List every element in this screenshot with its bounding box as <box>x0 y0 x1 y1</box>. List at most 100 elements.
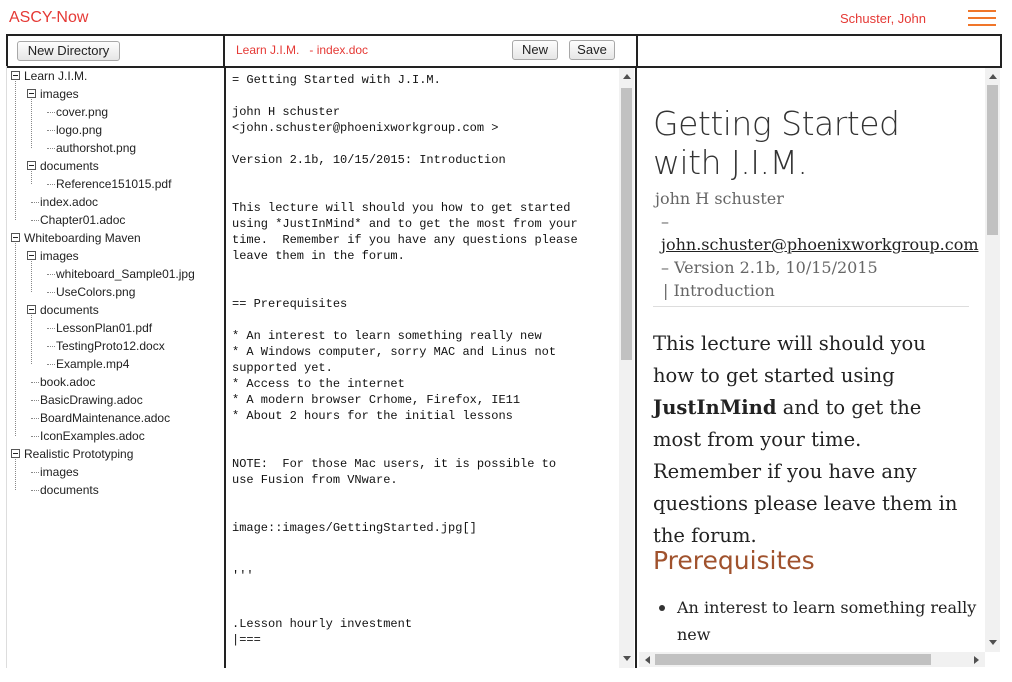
scroll-up-arrow-icon[interactable] <box>989 74 997 79</box>
tree-item-label: images <box>40 87 79 101</box>
preview-horizontal-scrollbar[interactable] <box>639 652 985 667</box>
preview-list-item: An interest to learn something really ne… <box>653 594 976 654</box>
scroll-right-arrow-icon[interactable] <box>974 656 979 664</box>
editor-line: using *JustInMind* and to get the most f… <box>232 217 578 231</box>
tree-item-label: Realistic Prototyping <box>24 447 134 461</box>
new-directory-button[interactable]: New Directory <box>17 41 120 61</box>
tree-item-label: whiteboard_Sample01.jpg <box>56 267 195 281</box>
scroll-down-arrow-icon[interactable] <box>623 656 631 661</box>
tree-guide <box>31 315 32 364</box>
tree-file[interactable]: LessonPlan01.pdf <box>7 319 225 337</box>
editor-scroll-thumb[interactable] <box>621 88 632 360</box>
collapse-toggle-icon[interactable] <box>27 251 36 260</box>
hamburger-menu-icon[interactable] <box>968 9 996 27</box>
collapse-toggle-icon[interactable] <box>11 71 20 80</box>
bullet-icon <box>659 605 665 611</box>
tree-item-label: LessonPlan01.pdf <box>56 321 153 335</box>
tree-file[interactable]: UseColors.png <box>7 283 225 301</box>
tree-item-label: index.adoc <box>40 195 99 209</box>
tree-folder[interactable]: documents <box>7 301 225 319</box>
tree-file[interactable]: whiteboard_Sample01.jpg <box>7 265 225 283</box>
tree-connector <box>31 472 39 473</box>
preview-version: – Version 2.1b, 10/15/2015 <box>661 258 878 277</box>
scroll-up-arrow-icon[interactable] <box>623 74 631 79</box>
tree-connector <box>31 418 39 419</box>
tree-file[interactable]: BoardMaintenance.adoc <box>7 409 225 427</box>
editor-scrollbar[interactable] <box>619 68 634 668</box>
collapse-toggle-icon[interactable] <box>11 233 20 242</box>
tree-item-label: Chapter01.adoc <box>40 213 126 227</box>
collapse-toggle-icon[interactable] <box>11 449 20 458</box>
tree-connector <box>47 346 55 347</box>
collapse-toggle-icon[interactable] <box>27 161 36 170</box>
tree-item-label: Example.mp4 <box>56 357 130 371</box>
tree-guide <box>31 261 32 292</box>
tree-file[interactable]: logo.png <box>7 121 225 139</box>
tree-connector <box>31 490 39 491</box>
tree-item-label: documents <box>40 483 99 497</box>
preview-vertical-scrollbar[interactable] <box>985 68 1000 652</box>
collapse-toggle-icon[interactable] <box>27 89 36 98</box>
tree-file[interactable]: Reference151015.pdf <box>7 175 225 193</box>
preview-paragraph: This lecture will should you how to get … <box>653 332 958 547</box>
tree-item-label: UseColors.png <box>56 285 136 299</box>
preview-section-heading: Prerequisites <box>653 546 815 575</box>
tree-file[interactable]: Chapter01.adoc <box>7 211 225 229</box>
preview-email-link[interactable]: john.schuster@phoenixworkgroup.com <box>661 235 979 254</box>
tree-toolbar: New Directory <box>6 34 225 68</box>
new-button[interactable]: New <box>512 40 558 60</box>
tree-item-label: documents <box>40 159 99 173</box>
tree-item-label: logo.png <box>56 123 103 137</box>
save-button[interactable]: Save <box>569 40 615 60</box>
preview-hscroll-thumb[interactable] <box>655 654 931 665</box>
tree-item-label: BasicDrawing.adoc <box>40 393 143 407</box>
editor-line: use Fusion from VNware. <box>232 473 398 487</box>
preview-bold-text: JustInMind <box>653 396 777 419</box>
tree-folder[interactable]: images <box>7 85 225 103</box>
editor-line: time. Remember if you have any questions… <box>232 233 578 247</box>
tree-file[interactable]: cover.png <box>7 103 225 121</box>
editor-line: * A Windows computer, sorry MAC and Linu… <box>232 345 557 359</box>
editor-line: ''' <box>232 569 254 583</box>
tree-guide <box>15 81 16 220</box>
editor-line: == Prerequisites <box>232 297 348 311</box>
tree-connector <box>31 382 39 383</box>
tree-file[interactable]: documents <box>7 481 225 499</box>
source-editor[interactable]: = Getting Started with J.I.M. john H schu… <box>232 72 622 648</box>
tree-folder[interactable]: Whiteboarding Maven <box>7 229 225 247</box>
tree-folder[interactable]: Realistic Prototyping <box>7 445 225 463</box>
scroll-left-arrow-icon[interactable] <box>645 656 650 664</box>
editor-line: <john.schuster@phoenixworkgroup.com > <box>232 121 499 135</box>
preview-title: Getting Started with J.I.M. <box>653 104 900 182</box>
tree-folder[interactable]: images <box>7 247 225 265</box>
editor-line: * About 2 hours for the initial lessons <box>232 409 513 423</box>
editor-line: supported yet. <box>232 361 333 375</box>
tree-file[interactable]: Example.mp4 <box>7 355 225 373</box>
tree-file[interactable]: authorshot.png <box>7 139 225 157</box>
tree-file[interactable]: TestingProto12.docx <box>7 337 225 355</box>
preview-scroll-thumb[interactable] <box>987 85 998 235</box>
tree-file[interactable]: IconExamples.adoc <box>7 427 225 445</box>
collapse-toggle-icon[interactable] <box>27 305 36 314</box>
tree-connector <box>31 202 39 203</box>
tree-file[interactable]: BasicDrawing.adoc <box>7 391 225 409</box>
top-bar: ASCY-Now Schuster, John <box>0 0 1012 34</box>
tree-folder[interactable]: documents <box>7 157 225 175</box>
tree-connector <box>47 112 55 113</box>
editor-line: Version 2.1b, 10/15/2015: Introduction <box>232 153 506 167</box>
scroll-down-arrow-icon[interactable] <box>989 640 997 645</box>
tree-folder[interactable]: Learn J.I.M. <box>7 67 225 85</box>
tree-connector <box>31 436 39 437</box>
tree-guide <box>15 459 16 490</box>
tree-file[interactable]: book.adoc <box>7 373 225 391</box>
tree-file[interactable]: images <box>7 463 225 481</box>
tree-file[interactable]: index.adoc <box>7 193 225 211</box>
user-name[interactable]: Schuster, John <box>840 11 926 26</box>
